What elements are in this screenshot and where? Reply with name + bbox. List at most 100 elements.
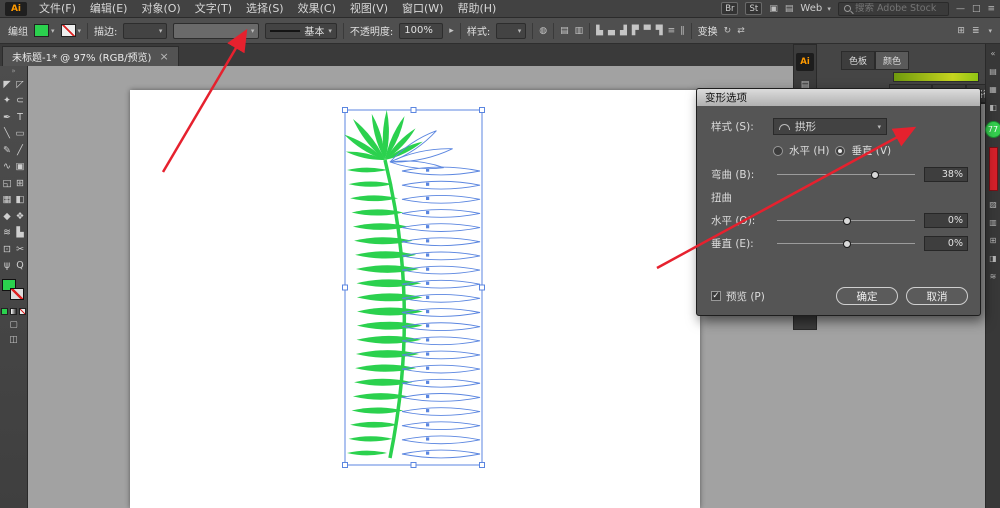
align-top-icon[interactable]: ▛ [632, 26, 639, 36]
shape-builder-tool[interactable]: ◱ [1, 175, 14, 192]
stroke-indicator[interactable] [10, 288, 24, 300]
blend-tool[interactable]: ❖ [14, 208, 27, 225]
ai-panel-icon[interactable]: Ai [796, 53, 814, 71]
align-left-icon[interactable]: ▙ [596, 26, 603, 36]
stroke-panel-icon[interactable]: ◨ [989, 254, 997, 263]
stroke-weight-select[interactable]: ▾ [123, 23, 167, 39]
menu-edit[interactable]: 编辑(E) [83, 2, 135, 15]
opacity-flyout-icon[interactable]: ▸ [449, 26, 454, 36]
workspace-grid-icon[interactable]: ⊞ [957, 26, 965, 36]
appearance-panel-icon[interactable]: ▨ [989, 200, 997, 209]
distort-v-value[interactable]: 0% [924, 236, 968, 251]
search-input[interactable] [855, 3, 943, 14]
artboard-tool[interactable]: ⊡ [1, 241, 14, 258]
magic-wand-tool[interactable]: ✦ [1, 93, 14, 110]
paintbrush-tool[interactable]: ✎ [1, 142, 14, 159]
menu-help[interactable]: 帮助(H) [450, 2, 503, 15]
screen-mode-icon[interactable]: ◫ [9, 335, 18, 345]
color-panel-icon[interactable]: ▤ [989, 67, 997, 76]
swatch-libraries-icon[interactable]: ▦ [989, 85, 997, 94]
preferences-icon[interactable]: ▥ [575, 26, 584, 36]
bridge-icon[interactable]: Br [721, 2, 738, 15]
pencil-tool[interactable]: ╱ [14, 142, 27, 159]
color-spectrum-bar[interactable] [893, 72, 979, 82]
vertical-radio[interactable] [835, 146, 845, 156]
symbol-panel-icon[interactable]: ≋ [990, 272, 997, 281]
none-button[interactable] [19, 308, 26, 315]
menu-type[interactable]: 文字(T) [188, 2, 239, 15]
layers-panel-icon[interactable]: ▥ [989, 218, 997, 227]
warp-style-dropdown[interactable]: 拱形 ▾ [773, 118, 887, 135]
horizontal-radio[interactable] [773, 146, 783, 156]
workspace-switcher[interactable]: Web ▾ [800, 3, 831, 14]
gradient-tool[interactable]: ◧ [14, 192, 27, 209]
app-menu-icon[interactable]: ≡ [987, 4, 995, 14]
recolor-artwork-icon[interactable]: ◍ [539, 26, 547, 36]
swap-icon[interactable]: ⇄ [737, 26, 745, 36]
bend-slider[interactable] [777, 168, 915, 181]
width-profile-select[interactable]: ▾ [173, 23, 259, 39]
stroke-swatch[interactable] [61, 24, 76, 37]
align-bottom-icon[interactable]: ▜ [656, 26, 663, 36]
tab-color[interactable]: 颜色 [875, 51, 909, 70]
lasso-tool[interactable]: ⊂ [14, 93, 27, 110]
graph-tool[interactable]: ▙ [14, 225, 27, 242]
fill-color-control[interactable]: ▾ [34, 24, 55, 37]
red-color-bar[interactable] [989, 147, 998, 191]
layout-icon[interactable]: ▣ [769, 4, 778, 14]
distribute-horizontal-icon[interactable]: ∥ [680, 26, 685, 36]
bend-value[interactable]: 38% [924, 167, 968, 182]
close-icon[interactable]: × [159, 50, 168, 63]
distort-v-slider[interactable] [777, 237, 915, 250]
rectangle-tool[interactable]: ▭ [14, 126, 27, 143]
menu-select[interactable]: 选择(S) [239, 2, 291, 15]
align-right-icon[interactable]: ▟ [620, 26, 627, 36]
align-middle-icon[interactable]: ▀ [644, 26, 651, 36]
free-transform-tool[interactable]: ▣ [14, 159, 27, 176]
width-tool[interactable]: ∿ [1, 159, 14, 176]
distort-h-slider[interactable] [777, 214, 915, 227]
transform-label[interactable]: 变换 [698, 23, 718, 38]
stock-icon[interactable]: St [745, 2, 762, 15]
color-button[interactable] [1, 308, 8, 315]
collapse-panels-icon[interactable]: « [991, 49, 996, 58]
distort-h-value[interactable]: 0% [924, 213, 968, 228]
stroke-color-control[interactable]: ▾ [61, 24, 82, 37]
gradient-button[interactable] [10, 308, 17, 315]
slice-tool[interactable]: ✂ [14, 241, 27, 258]
fill-swatch[interactable] [34, 24, 49, 37]
rotate-icon[interactable]: ↻ [724, 26, 732, 36]
menu-effect[interactable]: 效果(C) [291, 2, 343, 15]
hand-tool[interactable]: ψ [1, 258, 14, 275]
symbol-sprayer-tool[interactable]: ≋ [1, 225, 14, 242]
distort-v-thumb[interactable] [843, 240, 851, 248]
gradient-panel-icon[interactable]: ◧ [989, 103, 997, 112]
toolbar-collapse-icon[interactable]: » [11, 66, 15, 76]
preview-checkbox[interactable] [711, 291, 721, 301]
graphic-style-select[interactable]: ▾ [496, 23, 526, 39]
type-tool[interactable]: T [14, 109, 27, 126]
bend-slider-thumb[interactable] [871, 171, 879, 179]
brush-definition-select[interactable]: 基本▾ [265, 23, 337, 39]
restore-icon[interactable]: □ [972, 4, 981, 14]
ok-button[interactable]: 确定 [836, 287, 898, 305]
document-tab[interactable]: 未标题-1* @ 97% (RGB/预览) × [2, 46, 179, 66]
arrange-documents-icon[interactable]: ▤ [785, 4, 794, 14]
cancel-button[interactable]: 取消 [906, 287, 968, 305]
distort-h-thumb[interactable] [843, 217, 851, 225]
selection-tool[interactable]: ◤ [1, 76, 14, 93]
artboards-panel-icon[interactable]: ⊞ [990, 236, 997, 245]
pen-tool[interactable]: ✒ [1, 109, 14, 126]
menu-window[interactable]: 窗口(W) [395, 2, 450, 15]
panel-menu-icon[interactable]: ≣ [972, 26, 980, 36]
document-setup-icon[interactable]: ▤ [560, 26, 569, 36]
eyedropper-tool[interactable]: ◆ [1, 208, 14, 225]
direct-selection-tool[interactable]: ◸ [14, 76, 27, 93]
line-tool[interactable]: ╲ [1, 126, 14, 143]
app-logo[interactable]: Ai [5, 2, 27, 16]
menu-object[interactable]: 对象(O) [134, 2, 187, 15]
align-center-icon[interactable]: ▄ [608, 26, 615, 36]
distribute-vertical-icon[interactable]: ≡ [668, 26, 676, 36]
opacity-input[interactable]: 100% [399, 23, 443, 39]
minimize-icon[interactable]: — [956, 4, 965, 14]
